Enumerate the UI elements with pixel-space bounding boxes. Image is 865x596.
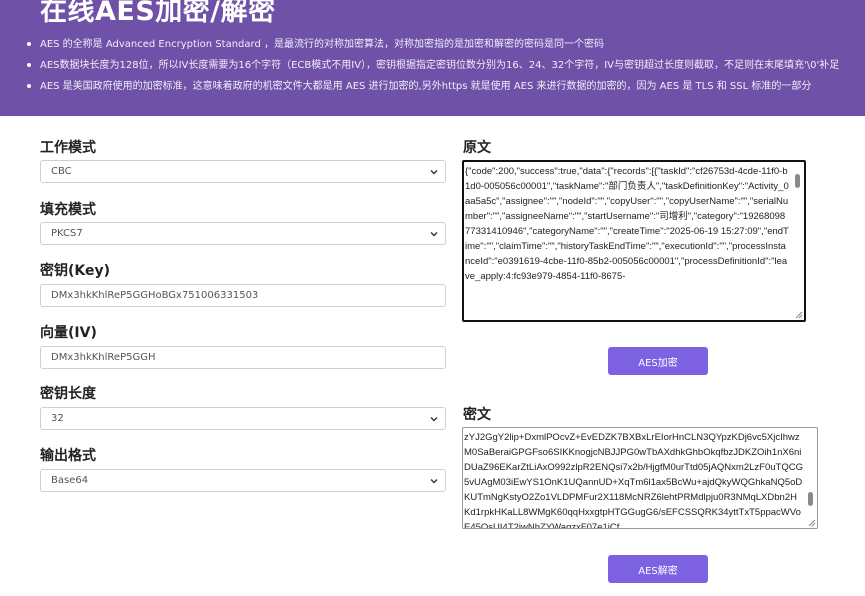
resize-grip-icon[interactable]	[795, 311, 803, 319]
intro-bullet: AES 是美国政府使用的加密标准，这意味着政府的机密文件大都是用 AES 进行加…	[24, 76, 839, 97]
chevron-down-icon	[430, 417, 438, 422]
header-banner: 在线AES加密/解密 AES 的全称是 Advanced Encryption …	[0, 0, 865, 116]
mode-select-value: CBC	[51, 166, 72, 177]
plaintext-scrollbar[interactable]	[794, 164, 802, 310]
plaintext-textarea[interactable]: {"code":200,"success":true,"data":{"reco…	[462, 160, 806, 322]
keylen-select[interactable]: 32	[40, 407, 446, 430]
scroll-thumb[interactable]	[795, 174, 800, 188]
mode-select[interactable]: CBC	[40, 160, 446, 183]
output-label: 输出格式	[40, 448, 96, 464]
padding-label: 填充模式	[40, 202, 96, 218]
key-label: 密钥(Key)	[40, 263, 111, 279]
iv-input-value: DMx3hkKhlReP5GGH	[51, 352, 156, 363]
output-select[interactable]: Base64	[40, 469, 446, 492]
keylen-select-value: 32	[51, 413, 64, 424]
page-title: 在线AES加密/解密	[40, 0, 276, 27]
ciphertext-label: 密文	[463, 407, 491, 423]
intro-bullet: AES 的全称是 Advanced Encryption Standard ，是…	[24, 34, 839, 55]
ciphertext-scrollbar[interactable]	[807, 430, 815, 518]
plaintext-value: {"code":200,"success":true,"data":{"reco…	[465, 166, 789, 282]
chevron-down-icon	[430, 232, 438, 237]
keylen-label: 密钥长度	[40, 386, 96, 402]
ciphertext-value: zYJ2GgY2lip+DxmlPOcvZ+EvEDZK7BXBxLrEIorH…	[464, 432, 803, 529]
output-select-value: Base64	[51, 475, 89, 486]
aes-decrypt-button[interactable]: AES解密	[608, 555, 708, 583]
plaintext-label: 原文	[463, 140, 491, 156]
resize-grip-icon[interactable]	[808, 519, 816, 527]
key-input[interactable]: DMx3hkKhlReP5GGHoBGx751006331503	[40, 284, 446, 307]
intro-list: AES 的全称是 Advanced Encryption Standard ，是…	[24, 34, 839, 97]
chevron-down-icon	[430, 479, 438, 484]
mode-label: 工作模式	[40, 140, 96, 156]
ciphertext-textarea[interactable]: zYJ2GgY2lip+DxmlPOcvZ+EvEDZK7BXBxLrEIorH…	[462, 427, 818, 529]
chevron-down-icon	[430, 170, 438, 175]
padding-select-value: PKCS7	[51, 228, 83, 239]
iv-input[interactable]: DMx3hkKhlReP5GGH	[40, 346, 446, 369]
scroll-thumb[interactable]	[808, 492, 813, 506]
iv-label: 向量(IV)	[40, 325, 97, 341]
key-input-value: DMx3hkKhlReP5GGHoBGx751006331503	[51, 290, 259, 301]
aes-encrypt-button[interactable]: AES加密	[608, 347, 708, 375]
intro-bullet: AES数据块长度为128位，所以IV长度需要为16个字符（ECB模式不用IV），…	[24, 55, 839, 76]
padding-select[interactable]: PKCS7	[40, 222, 446, 245]
